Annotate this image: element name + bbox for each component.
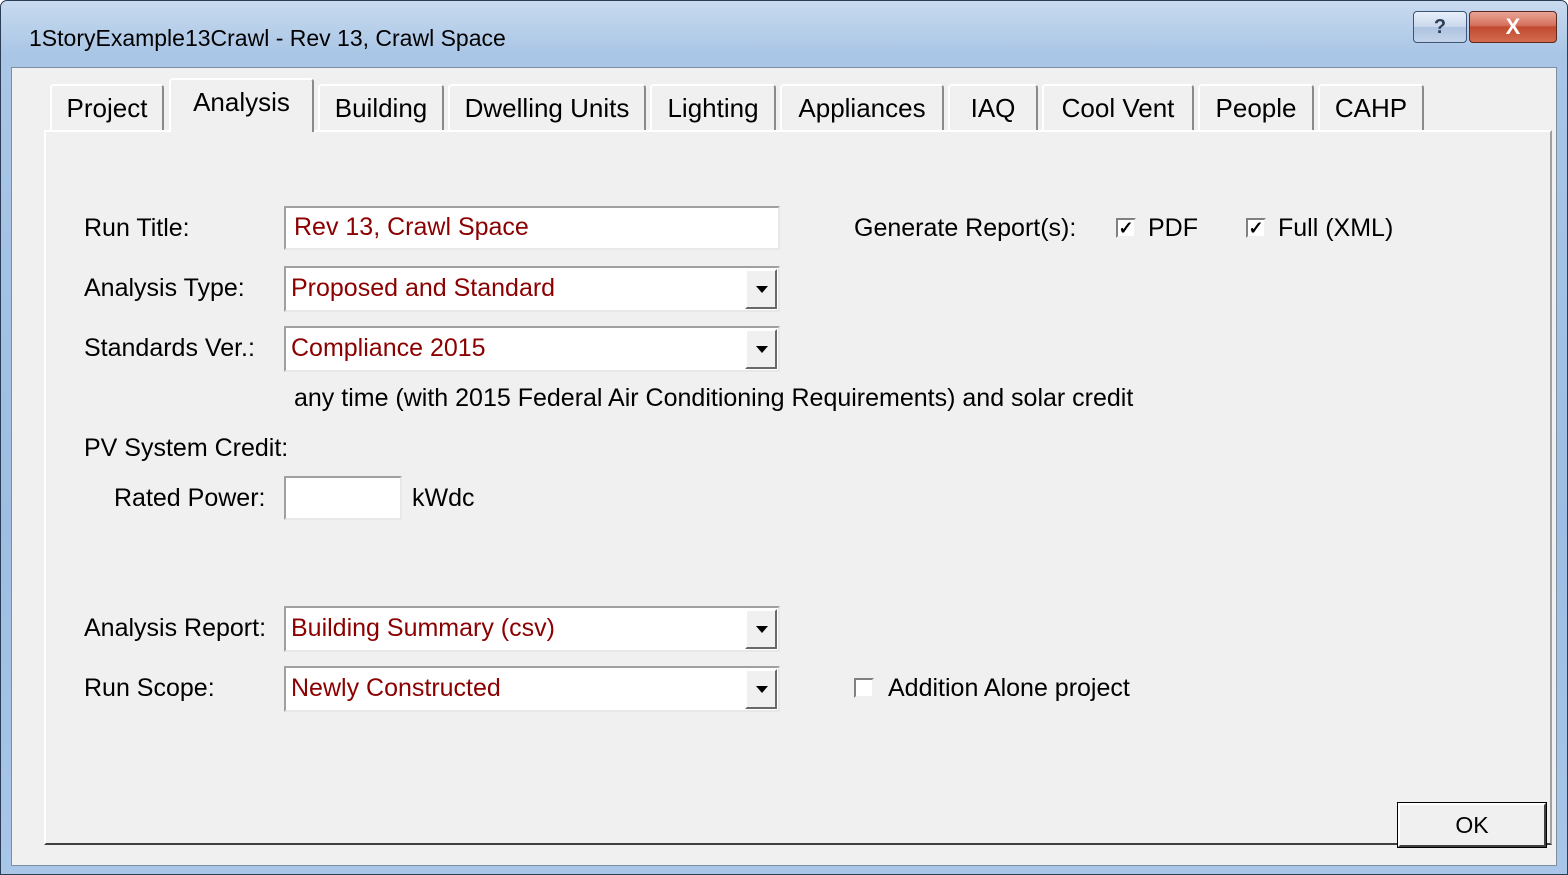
standards-ver-select[interactable]: Compliance 2015: [284, 326, 780, 372]
addition-alone-checkbox[interactable]: [854, 678, 874, 698]
pdf-checkbox[interactable]: ✓: [1116, 218, 1136, 238]
analysis-type-label: Analysis Type:: [84, 274, 245, 302]
analysis-report-value: Building Summary (csv): [291, 614, 555, 642]
chevron-down-icon: [756, 626, 768, 633]
generate-reports-label: Generate Report(s):: [854, 214, 1077, 242]
help-icon: ?: [1433, 15, 1447, 38]
dialog-window: 1StoryExample13Crawl - Rev 13, Crawl Spa…: [0, 0, 1568, 875]
check-icon: ✓: [1118, 218, 1134, 238]
analysis-report-label: Analysis Report:: [84, 614, 267, 642]
dropdown-button[interactable]: [745, 669, 777, 709]
tab-cool-vent[interactable]: Cool Vent: [1042, 84, 1194, 130]
standards-ver-label: Standards Ver.:: [84, 334, 255, 362]
run-scope-value: Newly Constructed: [291, 674, 501, 702]
standards-note: any time (with 2015 Federal Air Conditio…: [294, 384, 1134, 412]
help-button[interactable]: ?: [1413, 11, 1467, 43]
rated-power-unit: kWdc: [412, 484, 475, 512]
pv-credit-label: PV System Credit:: [84, 434, 289, 462]
dropdown-button[interactable]: [745, 329, 777, 369]
rated-power-input[interactable]: [284, 476, 402, 520]
chevron-down-icon: [756, 686, 768, 693]
close-button[interactable]: X: [1469, 11, 1557, 43]
pdf-label: PDF: [1148, 214, 1198, 242]
window-title: 1StoryExample13Crawl - Rev 13, Crawl Spa…: [29, 25, 506, 51]
chevron-down-icon: [756, 346, 768, 353]
dialog-client-area: Project Analysis Building Dwelling Units…: [11, 67, 1557, 866]
full-xml-label: Full (XML): [1278, 214, 1394, 242]
title-bar[interactable]: 1StoryExample13Crawl - Rev 13, Crawl Spa…: [1, 1, 1567, 67]
full-xml-checkbox[interactable]: ✓: [1246, 218, 1266, 238]
dropdown-button[interactable]: [745, 609, 777, 649]
check-icon: ✓: [1248, 218, 1264, 238]
analysis-tab-panel: Run Title: Rev 13, Crawl Space Generate …: [44, 130, 1552, 845]
run-title-input[interactable]: Rev 13, Crawl Space: [284, 206, 780, 250]
run-scope-select[interactable]: Newly Constructed: [284, 666, 780, 712]
close-icon: X: [1505, 14, 1521, 39]
ok-button[interactable]: OK: [1397, 802, 1547, 848]
run-title-label: Run Title:: [84, 214, 190, 242]
analysis-report-select[interactable]: Building Summary (csv): [284, 606, 780, 652]
tab-project[interactable]: Project: [50, 84, 164, 130]
tab-lighting[interactable]: Lighting: [650, 84, 776, 130]
analysis-type-value: Proposed and Standard: [291, 274, 556, 302]
tab-building[interactable]: Building: [318, 84, 444, 130]
tab-iaq[interactable]: IAQ: [948, 84, 1038, 130]
tab-people[interactable]: People: [1198, 84, 1314, 130]
standards-ver-value: Compliance 2015: [291, 334, 486, 362]
run-scope-label: Run Scope:: [84, 674, 215, 702]
tab-appliances[interactable]: Appliances: [780, 84, 944, 130]
rated-power-label: Rated Power:: [114, 484, 266, 512]
tab-cahp[interactable]: CAHP: [1318, 84, 1424, 130]
dropdown-button[interactable]: [745, 269, 777, 309]
analysis-type-select[interactable]: Proposed and Standard: [284, 266, 780, 312]
tab-analysis[interactable]: Analysis: [169, 78, 314, 132]
chevron-down-icon: [756, 286, 768, 293]
addition-alone-label: Addition Alone project: [888, 674, 1130, 702]
tab-dwelling-units[interactable]: Dwelling Units: [448, 84, 646, 130]
